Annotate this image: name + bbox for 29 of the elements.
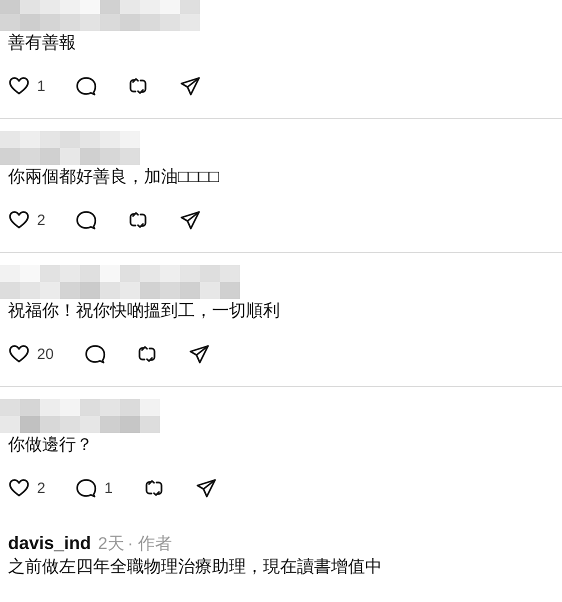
reply-text: 之前做左四年全職物理治療助理，現在讀書增值中 [7,556,383,578]
repost-icon[interactable] [127,209,150,231]
reply-icon[interactable] [84,343,106,365]
reply-icon[interactable] [75,75,98,97]
share-icon[interactable] [179,75,202,97]
post-time: 2天 [98,533,124,555]
like-count: 1 [37,78,46,94]
reply-icon[interactable] [75,477,98,499]
reply-icon[interactable] [75,209,98,231]
reply-text: 祝福你！祝你快啲搵到工，一切順利 [7,300,281,322]
reply-text: 善有善報 [7,32,77,54]
share-icon[interactable] [188,343,210,365]
repost-icon[interactable] [127,75,150,97]
reply-count: 1 [104,480,113,496]
like-count: 2 [37,212,46,228]
repost-icon[interactable] [136,343,158,365]
like-icon[interactable] [8,343,30,365]
username[interactable]: davis_ind [8,532,92,554]
like-count: 2 [37,480,46,496]
share-icon[interactable] [194,477,217,499]
like-icon[interactable] [8,209,30,231]
author-label: · 作者 [128,533,172,555]
like-icon[interactable] [8,477,30,499]
repost-icon[interactable] [142,477,165,499]
like-icon[interactable] [8,75,30,97]
like-count: 20 [37,346,54,362]
reply-text: 你做邊行？ [7,434,94,456]
reply-text: 你兩個都好善良，加油□□□□ [7,166,220,188]
share-icon[interactable] [179,209,202,231]
